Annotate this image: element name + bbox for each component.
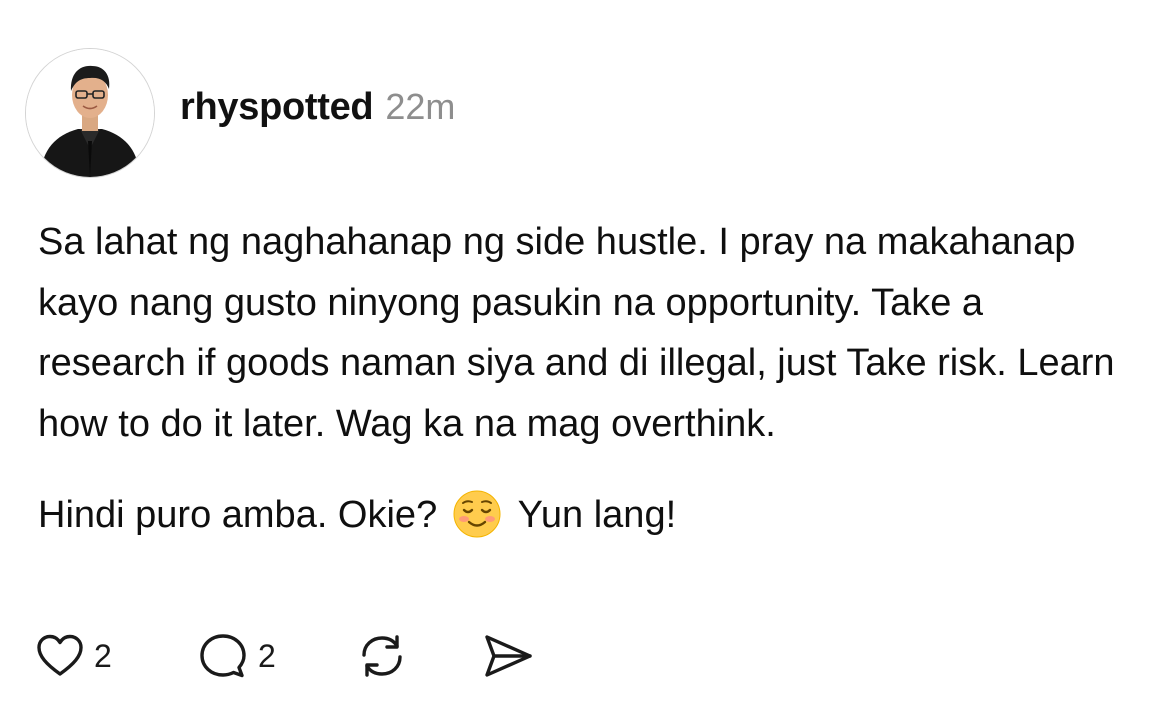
post-header: rhyspotted 22m <box>180 86 455 132</box>
like-button[interactable]: 2 <box>36 628 112 684</box>
repost-icon <box>356 631 408 681</box>
post-timestamp: 22m <box>385 86 456 127</box>
repost-button[interactable] <box>356 628 408 684</box>
post-body: Sa lahat ng naghahanap ng side hustle. I… <box>38 212 1138 546</box>
heart-icon <box>36 634 84 678</box>
thread-post: rhyspotted 22m Sa lahat ng naghahanap ng… <box>0 0 1170 714</box>
share-button[interactable] <box>482 628 534 684</box>
post-text: Hindi puro amba. Okie? <box>38 494 438 536</box>
author-username[interactable]: rhyspotted <box>180 86 374 129</box>
post-paragraph: Hindi puro amba. Okie? Yun lang! <box>38 485 1138 546</box>
author-avatar[interactable] <box>25 48 155 178</box>
post-paragraph: Sa lahat ng naghahanap ng side hustle. I… <box>38 221 1115 445</box>
reply-button[interactable]: 2 <box>198 628 276 684</box>
reply-count: 2 <box>258 637 276 674</box>
profile-photo-icon <box>26 49 154 177</box>
comment-icon <box>198 632 248 680</box>
smiling-face-emoji-icon <box>452 489 502 539</box>
like-count: 2 <box>94 637 112 674</box>
post-text: Yun lang! <box>517 494 677 536</box>
send-icon <box>482 632 534 680</box>
